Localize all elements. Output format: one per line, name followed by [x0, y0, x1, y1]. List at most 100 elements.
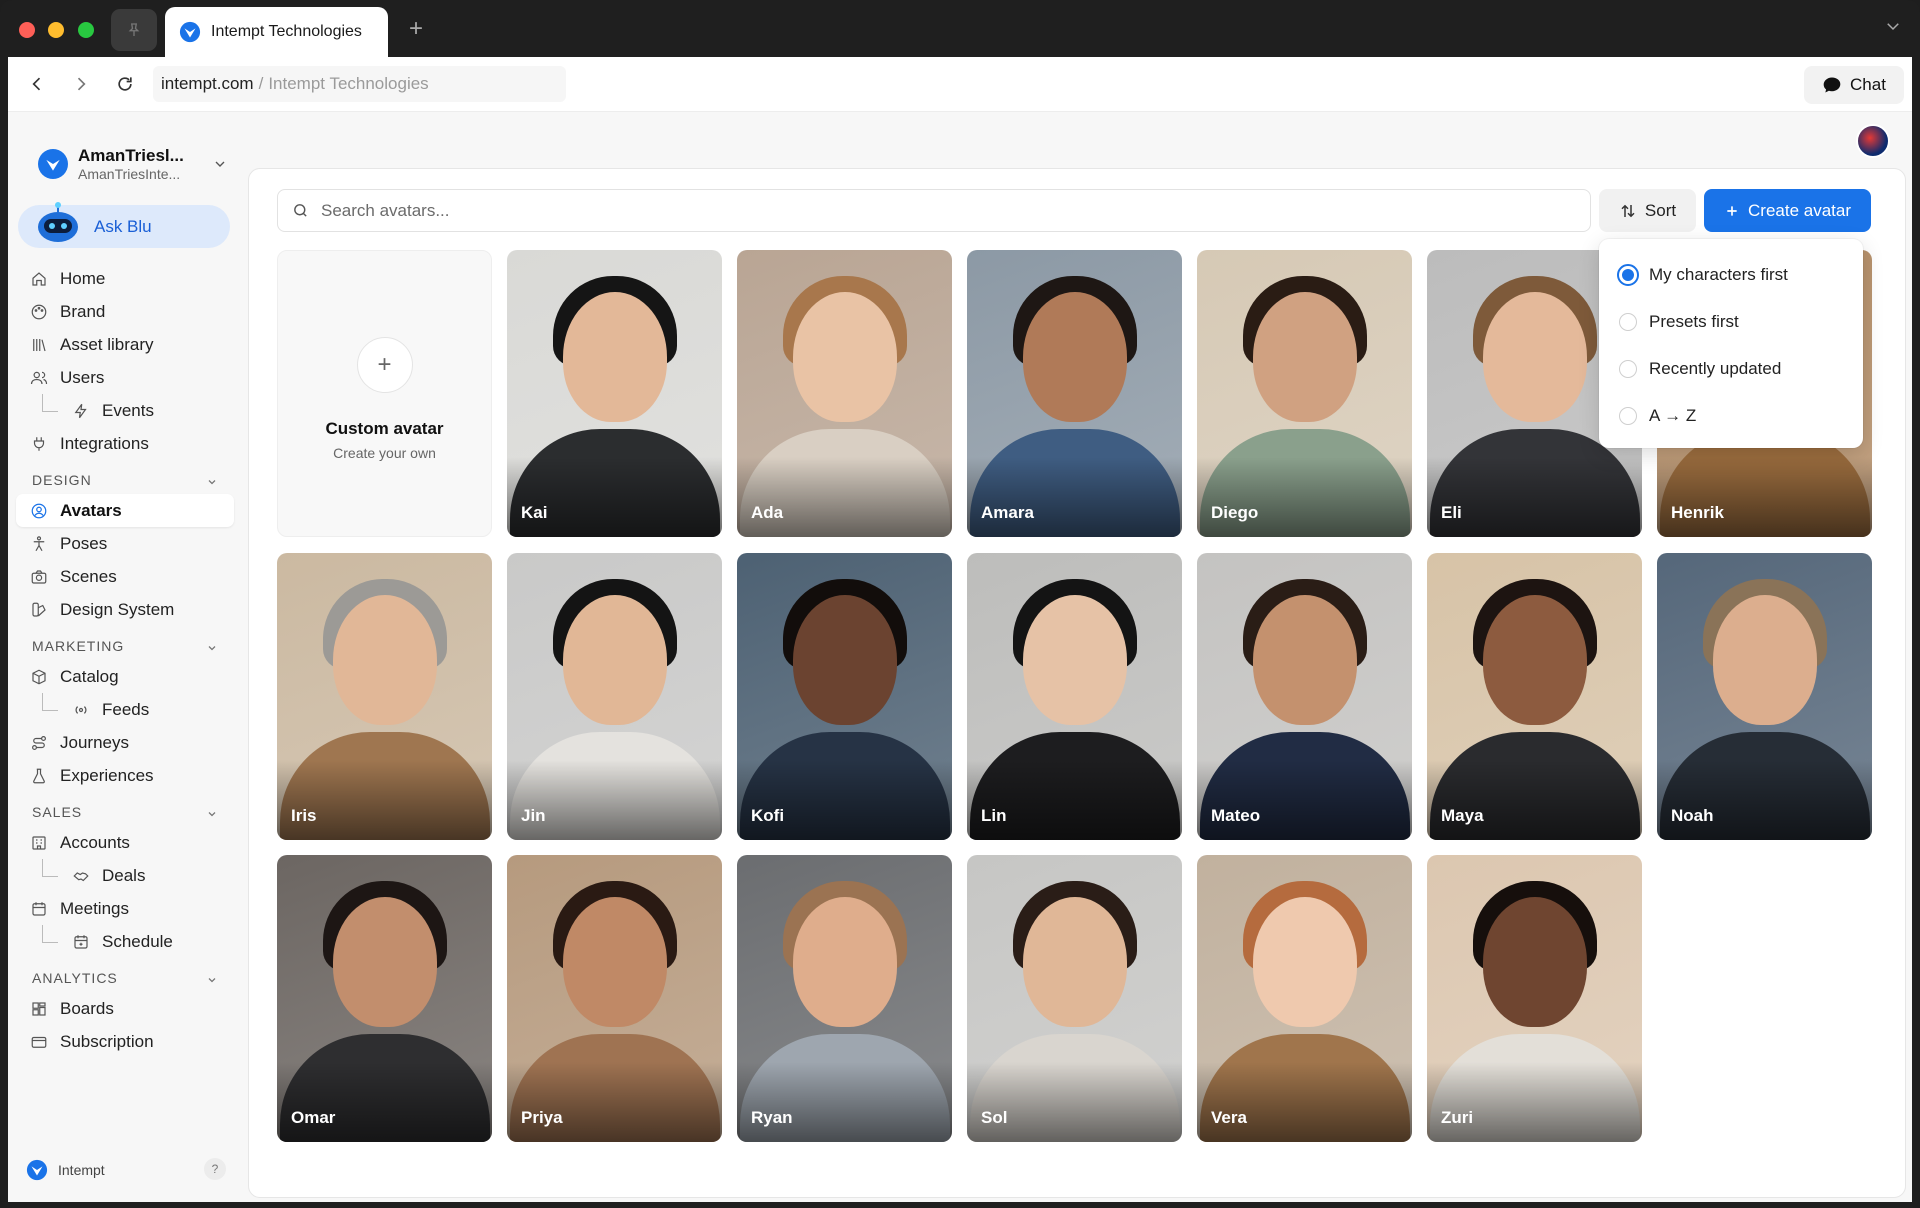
- sidebar-item-label: Home: [60, 268, 106, 288]
- radio-button[interactable]: [1619, 312, 1637, 331]
- new-tab-button[interactable]: +: [404, 14, 428, 44]
- avatar-name: Mateo: [1211, 805, 1261, 825]
- sidebar-item-subscription[interactable]: Subscription: [16, 1025, 234, 1058]
- sort-option-label: Recently updated: [1649, 358, 1782, 378]
- sidebar-item-asset-library[interactable]: Asset library: [16, 328, 234, 361]
- sidebar-item-boards[interactable]: Boards: [16, 992, 234, 1025]
- sort-option[interactable]: My characters first: [1599, 251, 1863, 298]
- avatar-card[interactable]: Ryan: [737, 855, 952, 1142]
- avatar-card[interactable]: Diego: [1197, 250, 1412, 537]
- search-field[interactable]: [277, 189, 1591, 232]
- minimize-window-button[interactable]: [48, 22, 64, 38]
- avatar-face: [562, 292, 667, 422]
- avatar-name: Noah: [1671, 805, 1714, 825]
- avatar-face: [332, 594, 437, 725]
- create-avatar-button[interactable]: Create avatar: [1704, 189, 1871, 232]
- section-marketing-header[interactable]: MARKETING: [16, 626, 234, 660]
- sort-option-label: A → Z: [1649, 405, 1697, 425]
- address-bar[interactable]: intempt.com / Intempt Technologies: [153, 66, 566, 102]
- sidebar-item-scenes[interactable]: Scenes: [16, 560, 234, 593]
- sidebar-item-deals[interactable]: Deals: [16, 859, 234, 892]
- sidebar-item-label: Design System: [60, 599, 175, 619]
- back-button[interactable]: [22, 69, 52, 99]
- sidebar-item-poses[interactable]: Poses: [16, 527, 234, 560]
- section-design-header[interactable]: DESIGN: [16, 460, 234, 494]
- avatar-card[interactable]: Zuri: [1427, 855, 1642, 1142]
- ask-blu-label: Ask Blu: [94, 216, 152, 236]
- sidebar-item-brand[interactable]: Brand: [16, 295, 234, 328]
- avatar-card[interactable]: Priya: [507, 855, 722, 1142]
- avatar-card[interactable]: Omar: [277, 855, 492, 1142]
- avatar-card[interactable]: Kofi: [737, 552, 952, 840]
- sort-option[interactable]: Presets first: [1599, 298, 1863, 345]
- sidebar-item-users[interactable]: Users: [16, 361, 234, 394]
- sidebar-item-schedule[interactable]: Schedule: [16, 925, 234, 958]
- sidebar-item-design-system[interactable]: Design System: [16, 593, 234, 626]
- forward-button[interactable]: [66, 69, 96, 99]
- avatar-card[interactable]: Lin: [967, 552, 1182, 840]
- avatar-card[interactable]: Vera: [1197, 855, 1412, 1142]
- section-analytics-header[interactable]: ANALYTICS: [16, 958, 234, 992]
- avatar-card[interactable]: Ada: [737, 250, 952, 537]
- radio-button[interactable]: [1619, 359, 1637, 378]
- sort-option[interactable]: Recently updated: [1599, 345, 1863, 392]
- user-profile-avatar[interactable]: [1856, 124, 1890, 158]
- avatar-card[interactable]: Amara: [967, 250, 1182, 537]
- radio-button[interactable]: [1619, 406, 1637, 425]
- sidebar-item-events[interactable]: Events: [16, 394, 234, 427]
- sidebar-item-journeys[interactable]: Journeys: [16, 726, 234, 759]
- sidebar-item-avatars[interactable]: Avatars: [16, 494, 234, 527]
- close-window-button[interactable]: [19, 22, 35, 38]
- arrow-left-icon: [32, 77, 41, 91]
- help-button[interactable]: ?: [204, 1158, 226, 1180]
- browser-tab[interactable]: Intempt Technologies: [165, 7, 388, 57]
- tab-list-chevron-icon[interactable]: [1884, 17, 1902, 40]
- sidebar-item-label: Boards: [60, 998, 114, 1018]
- maximize-window-button[interactable]: [78, 22, 94, 38]
- sidebar-item-feeds[interactable]: Feeds: [16, 693, 234, 726]
- avatar-card[interactable]: Kai: [507, 250, 722, 537]
- org-switcher[interactable]: AmanTriesl... AmanTriesInte...: [38, 142, 228, 186]
- sidebar-item-catalog[interactable]: Catalog: [16, 660, 234, 693]
- sidebar-item-integrations[interactable]: Integrations: [16, 427, 234, 460]
- sort-button[interactable]: Sort: [1599, 189, 1696, 232]
- radio-button[interactable]: [1617, 263, 1639, 286]
- reload-button[interactable]: [110, 69, 140, 99]
- search-input[interactable]: [321, 200, 1521, 221]
- sort-option[interactable]: A → Z: [1599, 392, 1863, 439]
- sidebar-item-meetings[interactable]: Meetings: [16, 892, 234, 925]
- section-label: DESIGN: [32, 472, 92, 488]
- avatar-card[interactable]: Sol: [967, 855, 1182, 1142]
- sidebar-item-accounts[interactable]: Accounts: [16, 826, 234, 859]
- name-shade: [737, 457, 952, 537]
- avatar-card[interactable]: Iris: [277, 552, 492, 840]
- chevron-down-icon: [208, 646, 216, 651]
- avatar-card[interactable]: Maya: [1427, 552, 1642, 840]
- sort-dropdown-menu: My characters first Presets first Recently…: [1599, 239, 1863, 448]
- chevron-down-icon: [215, 161, 225, 167]
- title-bar: Intempt Technologies +: [0, 0, 1920, 57]
- avatar-card[interactable]: Mateo: [1197, 552, 1412, 840]
- avatar-card[interactable]: Noah: [1657, 552, 1872, 840]
- sidebar-item-label: Accounts: [60, 832, 130, 852]
- broadcast-icon: [72, 701, 90, 719]
- pin-tab-button[interactable]: [111, 9, 157, 51]
- avatar-face: [1482, 897, 1587, 1027]
- ask-blu-button[interactable]: Ask Blu: [18, 201, 230, 248]
- sidebar-item-home[interactable]: Home: [16, 262, 234, 295]
- name-shade: [277, 1062, 492, 1142]
- pin-icon: [128, 23, 140, 36]
- sort-option-label: My characters first: [1649, 264, 1788, 284]
- section-label: SALES: [32, 804, 83, 820]
- chat-button[interactable]: Chat: [1804, 66, 1904, 104]
- section-sales-header[interactable]: SALES: [16, 792, 234, 826]
- sidebar-item-experiences[interactable]: Experiences: [16, 759, 234, 792]
- sidebar-item-label: Users: [60, 367, 105, 387]
- intempt-logo-icon: [179, 21, 201, 43]
- building-icon: [30, 834, 48, 852]
- avatar-name: Kofi: [751, 805, 785, 825]
- avatar-card[interactable]: Jin: [507, 552, 722, 840]
- avatar-face: [1022, 897, 1127, 1027]
- custom-avatar-card[interactable]: + Custom avatar Create your own: [277, 250, 492, 537]
- name-shade: [1197, 457, 1412, 537]
